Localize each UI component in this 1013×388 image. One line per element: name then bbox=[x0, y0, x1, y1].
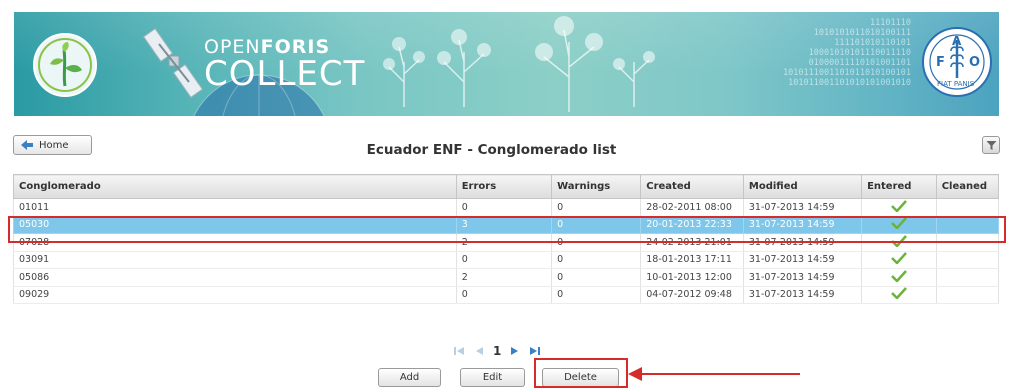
cell-created: 10-01-2013 12:00 bbox=[640, 268, 744, 287]
cell-errors: 2 bbox=[456, 268, 553, 287]
cell-cleaned bbox=[936, 233, 1000, 252]
cell-warnings: 0 bbox=[551, 216, 642, 234]
cell-errors: 2 bbox=[456, 233, 553, 252]
column-header-warnings[interactable]: Warnings bbox=[551, 174, 642, 199]
cell-created: 20-01-2013 22:33 bbox=[640, 216, 744, 234]
add-button[interactable]: Add bbox=[378, 368, 441, 387]
cell-warnings: 0 bbox=[551, 233, 642, 252]
last-page-icon[interactable] bbox=[529, 345, 541, 357]
cell-conglomerado: 05086 bbox=[13, 268, 457, 287]
cell-modified: 31-07-2013 14:59 bbox=[743, 198, 863, 217]
cell-conglomerado: 07028 bbox=[13, 233, 457, 252]
openforis-logo-icon bbox=[33, 33, 97, 97]
page-title: Ecuador ENF - Conglomerado list bbox=[366, 142, 617, 158]
column-header-conglomerado[interactable]: Conglomerado bbox=[13, 174, 457, 199]
column-header-entered[interactable]: Entered bbox=[861, 174, 937, 199]
checkmark-icon bbox=[891, 234, 907, 248]
cell-modified: 31-07-2013 14:59 bbox=[743, 268, 863, 287]
cell-cleaned bbox=[936, 286, 1000, 304]
column-header-created[interactable]: Created bbox=[640, 174, 744, 199]
cell-modified: 31-07-2013 14:59 bbox=[743, 216, 863, 234]
filter-button[interactable] bbox=[982, 136, 1000, 154]
svg-text:A: A bbox=[952, 34, 962, 48]
cell-modified: 31-07-2013 14:59 bbox=[743, 251, 863, 269]
cell-created: 18-01-2013 17:11 bbox=[640, 251, 744, 269]
table-row[interactable]: 03091 0 0 18-01-2013 17:11 31-07-2013 14… bbox=[13, 251, 1000, 269]
cell-errors: 0 bbox=[456, 198, 553, 217]
svg-text:O: O bbox=[969, 55, 980, 70]
current-page-number: 1 bbox=[493, 344, 502, 358]
header-banner: OPENFORIS COLLECT 11101110 1010101011010… bbox=[14, 12, 999, 116]
cell-created: 28-02-2011 08:00 bbox=[640, 198, 744, 217]
cell-created: 24-02-2013 21:01 bbox=[640, 233, 744, 252]
filter-icon bbox=[986, 140, 996, 150]
cell-conglomerado: 09029 bbox=[13, 286, 457, 304]
cell-errors: 3 bbox=[456, 216, 553, 234]
fao-motto: FIAT PANIS bbox=[937, 80, 975, 88]
cell-warnings: 0 bbox=[551, 268, 642, 287]
cell-cleaned bbox=[936, 268, 1000, 287]
cell-errors: 0 bbox=[456, 286, 553, 304]
table-row-selected[interactable]: 05030 3 0 20-01-2013 22:33 31-07-2013 14… bbox=[13, 216, 1000, 234]
cell-cleaned bbox=[936, 251, 1000, 269]
delete-button[interactable]: Delete bbox=[542, 368, 619, 387]
binary-pattern: 11101110 1010101011010100111 11110101011… bbox=[783, 18, 911, 88]
cell-entered bbox=[861, 198, 937, 217]
next-page-icon[interactable] bbox=[509, 345, 521, 357]
brand-line2: COLLECT bbox=[204, 54, 366, 94]
trees-illustration-icon bbox=[383, 16, 655, 112]
table-header-row: Conglomerado Errors Warnings Created Mod… bbox=[13, 174, 1000, 199]
cell-entered bbox=[861, 251, 937, 269]
table-row[interactable]: 01011 0 0 28-02-2011 08:00 31-07-2013 14… bbox=[13, 198, 1000, 217]
column-header-modified[interactable]: Modified bbox=[742, 174, 863, 199]
cell-conglomerado: 03091 bbox=[13, 251, 457, 269]
checkmark-icon bbox=[891, 199, 907, 213]
checkmark-icon bbox=[891, 287, 907, 301]
prev-page-icon[interactable] bbox=[473, 345, 485, 357]
table-row[interactable]: 07028 2 0 24-02-2013 21:01 31-07-2013 14… bbox=[13, 233, 1000, 252]
checkmark-icon bbox=[891, 217, 907, 231]
cell-cleaned bbox=[936, 198, 1000, 217]
edit-button[interactable]: Edit bbox=[460, 368, 525, 387]
cell-errors: 0 bbox=[456, 251, 553, 269]
table-row[interactable]: 09029 0 0 04-07-2012 09:48 31-07-2013 14… bbox=[13, 286, 1000, 304]
checkmark-icon bbox=[891, 269, 907, 283]
cell-warnings: 0 bbox=[551, 251, 642, 269]
cell-entered bbox=[861, 286, 937, 304]
cell-created: 04-07-2012 09:48 bbox=[640, 286, 744, 304]
checkmark-icon bbox=[891, 252, 907, 266]
cell-entered bbox=[861, 216, 937, 234]
cell-warnings: 0 bbox=[551, 286, 642, 304]
cell-entered bbox=[861, 233, 937, 252]
fao-logo-icon: F A O FIAT PANIS bbox=[922, 27, 992, 97]
records-table: Conglomerado Errors Warnings Created Mod… bbox=[13, 174, 1000, 304]
cell-conglomerado: 05030 bbox=[13, 216, 457, 234]
cell-conglomerado: 01011 bbox=[13, 198, 457, 217]
cell-warnings: 0 bbox=[551, 198, 642, 217]
column-header-errors[interactable]: Errors bbox=[455, 174, 553, 199]
cell-modified: 31-07-2013 14:59 bbox=[743, 286, 863, 304]
table-row[interactable]: 05086 2 0 10-01-2013 12:00 31-07-2013 14… bbox=[13, 268, 1000, 287]
annotation-arrow-icon bbox=[628, 367, 800, 381]
svg-text:F: F bbox=[936, 55, 945, 70]
cell-cleaned bbox=[936, 216, 1000, 234]
brand-title: OPENFORIS COLLECT bbox=[204, 36, 366, 94]
first-page-icon[interactable] bbox=[453, 345, 465, 357]
pagination: 1 bbox=[453, 344, 541, 358]
cell-modified: 31-07-2013 14:59 bbox=[743, 233, 863, 252]
column-header-cleaned[interactable]: Cleaned bbox=[935, 174, 1000, 199]
cell-entered bbox=[861, 268, 937, 287]
